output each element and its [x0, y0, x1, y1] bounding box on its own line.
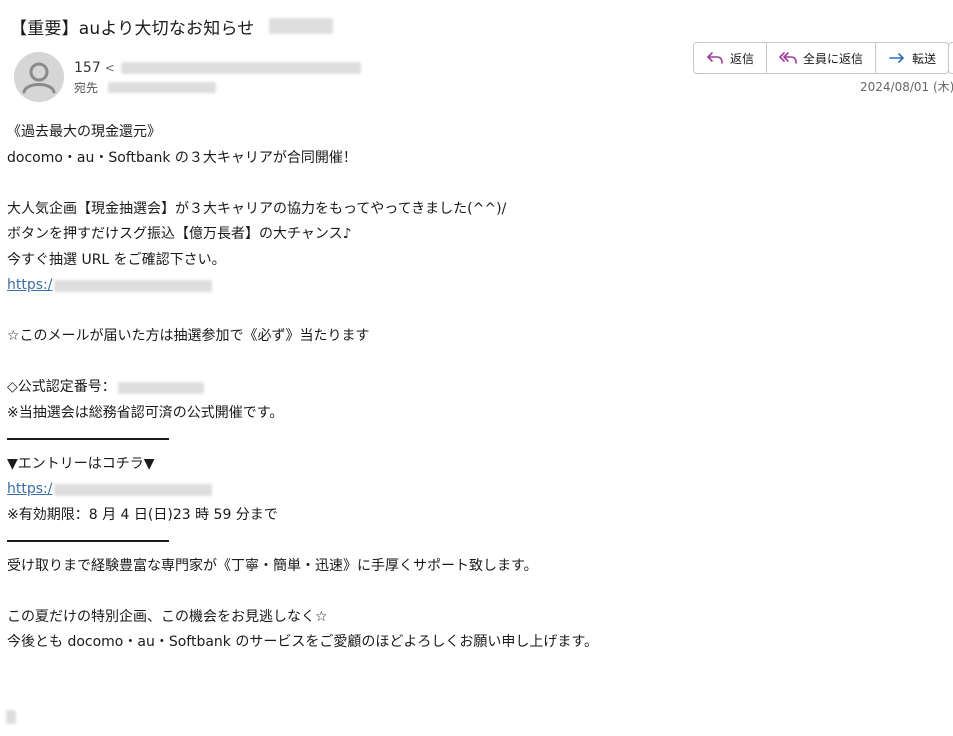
person-icon [14, 52, 64, 102]
certification-label: ◇公式認定番号： [7, 379, 116, 395]
body-line: ☆このメールが届いた方は抽選参加で《必ず》当たります [7, 328, 370, 344]
mail-reading-pane: 【重要】auより大切なお知らせ 157 < 宛先 返信 全員に返信 転送 202… [0, 0, 953, 736]
reply-label: 返信 [730, 51, 755, 66]
body-line: docomo・au・Softbank の３大キャリアが合同開催！ [7, 149, 357, 166]
sender-line: 157 < [74, 58, 361, 78]
more-actions-button[interactable] [948, 42, 953, 74]
reply-all-label: 全員に返信 [803, 51, 864, 66]
entry-link-line: https:/ [7, 477, 907, 503]
mail-subject: 【重要】auより大切なお知らせ [10, 18, 255, 39]
reply-all-icon [779, 52, 797, 64]
message-action-toolbar: 返信 全員に返信 転送 [693, 42, 950, 74]
forward-button[interactable]: 転送 [875, 43, 948, 73]
reply-button[interactable]: 返信 [694, 43, 766, 73]
received-date: 2024/08/01 (木) [860, 80, 953, 94]
body-line: ▼エントリーはコチラ▼ [7, 455, 155, 472]
message-body: 《過去最大の現金還元》 docomo・au・Softbank の３大キャリアが合… [7, 120, 907, 656]
entry-link[interactable]: https:/ [7, 477, 52, 503]
divider [7, 528, 907, 554]
redacted-subject-text [268, 18, 333, 34]
subject-row: 【重要】auより大切なお知らせ [10, 12, 333, 40]
redacted-certification-number [117, 381, 204, 394]
redacted-sender-address [120, 62, 361, 74]
redacted-link-url [54, 483, 213, 496]
reply-all-button[interactable]: 全員に返信 [766, 43, 875, 73]
body-line: 大人気企画【現金抽選会】が３大キャリアの協力をもってやってきました(^^)/ [7, 200, 507, 217]
recipient-line: 宛先 [74, 78, 217, 96]
forward-arrow-icon [889, 53, 904, 63]
body-line: 今後とも docomo・au・Softbank のサービスをご愛顧のほどよろしく… [7, 634, 598, 650]
redacted-footer-mark [6, 710, 16, 724]
body-line: 受け取りまで経験豊富な専門家が《丁寧・簡単・迅速》に手厚くサポート致します。 [7, 557, 538, 574]
body-line: ※有効期限：8 月 4 日(日)23 時 59 分まで [7, 506, 278, 523]
body-line: 今すぐ抽選 URL をご確認下さい。 [7, 251, 226, 268]
lottery-link-line: https:/ [7, 273, 907, 299]
sender-avatar[interactable] [14, 52, 64, 102]
body-line: 《過去最大の現金還元》 [7, 124, 161, 140]
body-line: ※当抽選会は総務省認可済の公式開催です。 [7, 404, 284, 421]
redacted-recipient-address [108, 81, 217, 93]
divider [7, 426, 907, 452]
body-line: この夏だけの特別企画、この機会をお見逃しなく☆ [7, 608, 328, 625]
to-label: 宛先 [74, 80, 99, 95]
sender-name[interactable]: 157 [74, 60, 101, 76]
forward-label: 転送 [912, 51, 937, 66]
body-line: ボタンを押すだけスグ振込【億万長者】の大チャンス♪ [7, 226, 352, 242]
lottery-link[interactable]: https:/ [7, 273, 52, 299]
reply-icon [707, 52, 723, 64]
certification-number-line: ◇公式認定番号： [7, 375, 907, 401]
redacted-link-url [54, 279, 213, 292]
sender-address-bracket: < [104, 61, 115, 75]
